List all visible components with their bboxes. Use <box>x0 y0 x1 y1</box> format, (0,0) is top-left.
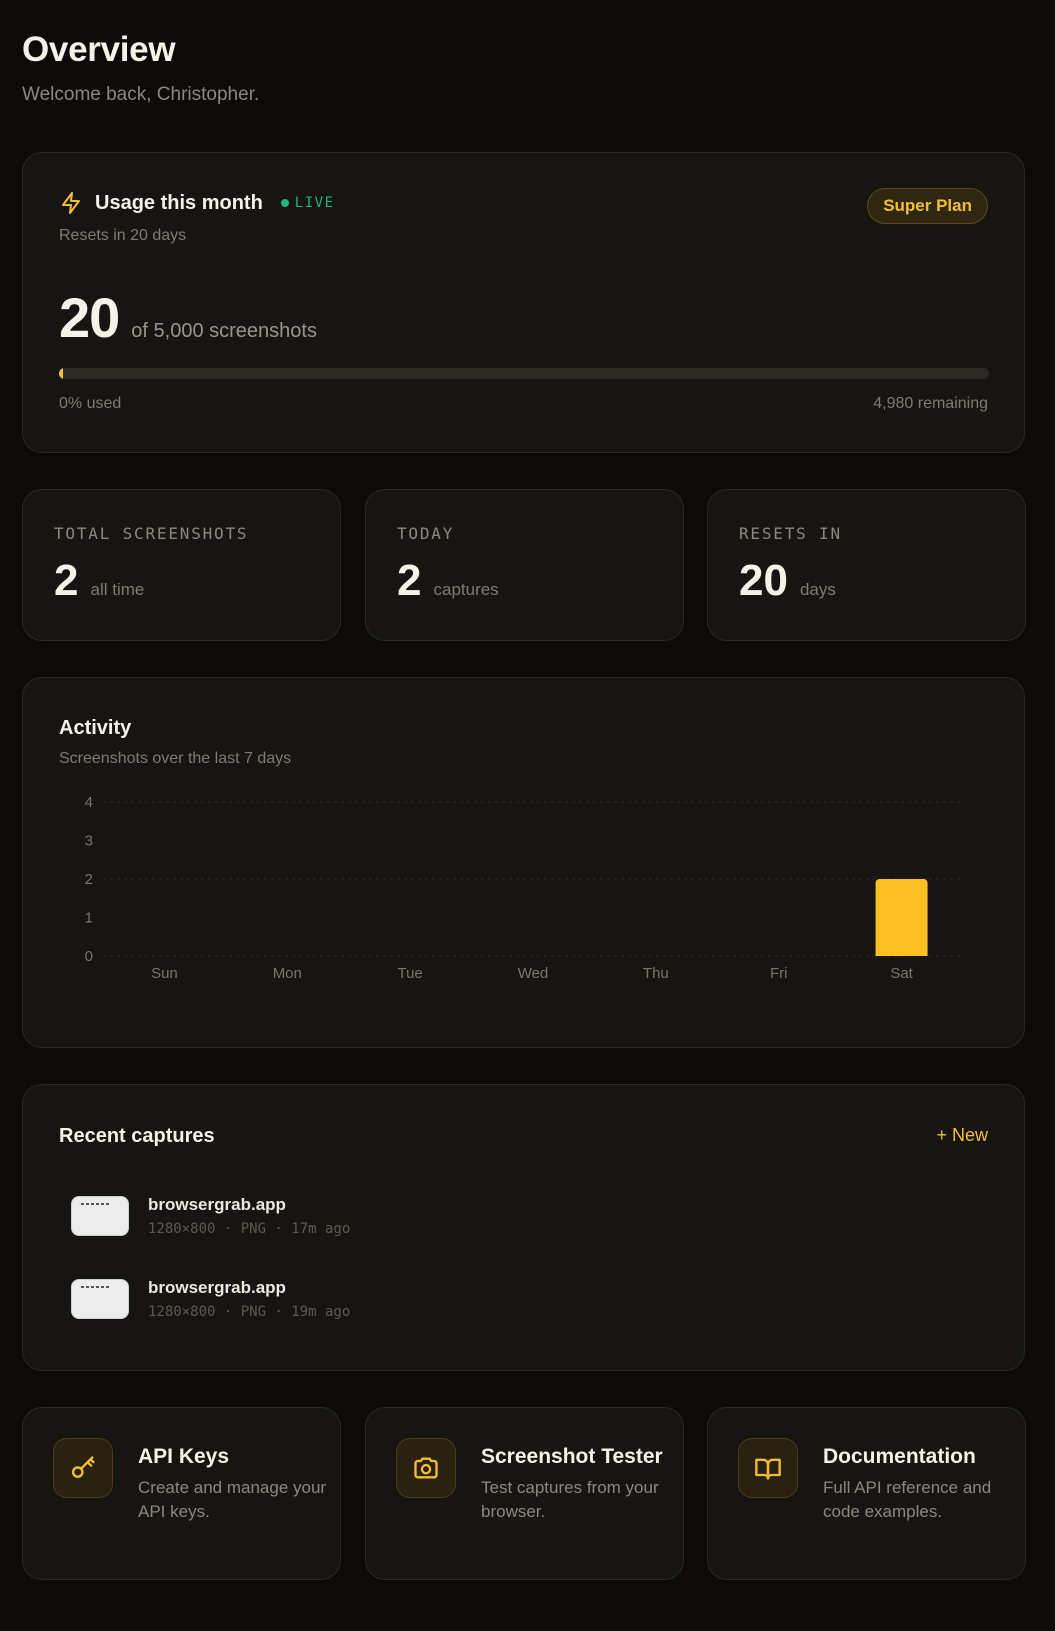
usage-card: Usage this month LIVE Resets in 20 days … <box>22 152 1025 453</box>
used-percent: 0% used <box>59 395 122 412</box>
capture-item[interactable]: browsergrab.app 1280×800 · PNG · 19m ago <box>71 1278 350 1320</box>
stat-value: 2 <box>54 556 79 605</box>
link-icon-box <box>738 1438 798 1498</box>
screenshot-tester-card[interactable]: Screenshot Tester Test captures from you… <box>365 1407 684 1580</box>
link-title: Screenshot Tester <box>481 1445 663 1468</box>
chart-x-tick: Sun <box>151 965 178 982</box>
stat-unit: days <box>799 580 836 599</box>
activity-chart: 0 1 2 3 4 Sun Mon Tue Wed Thu Fri Sat <box>85 794 963 982</box>
link-icon-box <box>396 1438 456 1498</box>
activity-card: Activity Screenshots over the last 7 day… <box>22 677 1025 1048</box>
link-description: Full API reference and code examples. <box>823 1478 992 1521</box>
link-title: Documentation <box>823 1445 976 1468</box>
remaining-count: 4,980 remaining <box>873 395 988 412</box>
usage-title: Usage this month <box>95 191 263 214</box>
stat-unit: all time <box>90 580 145 599</box>
page-title: Overview <box>22 30 176 69</box>
chart-y-tick: 3 <box>85 833 93 850</box>
chart-x-tick: Fri <box>770 965 788 982</box>
api-keys-card[interactable]: API Keys Create and manage your API keys… <box>22 1407 341 1580</box>
capture-thumbnail <box>71 1196 129 1236</box>
capture-meta: 1280×800 · PNG · 17m ago <box>148 1221 351 1237</box>
usage-number: 20 <box>59 286 120 349</box>
resets-text: Resets in 20 days <box>59 227 187 244</box>
capture-domain: browsergrab.app <box>148 1278 286 1297</box>
welcome-message: Welcome back, Christopher. <box>22 84 260 105</box>
book-icon <box>755 1458 781 1480</box>
chart-y-tick: 1 <box>85 910 93 927</box>
live-indicator: LIVE <box>280 195 335 211</box>
chart-x-tick: Mon <box>273 965 302 982</box>
usage-progress-bar <box>59 368 989 379</box>
link-description: Create and manage your API keys. <box>138 1478 327 1521</box>
chart-x-tick: Thu <box>643 965 669 982</box>
recent-captures-card: Recent captures + New browsergrab.app 12… <box>22 1084 1025 1371</box>
chart-y-tick: 2 <box>85 871 93 888</box>
stat-value-row: 20 days <box>739 556 836 606</box>
live-dot <box>280 199 289 207</box>
stat-label: TODAY <box>397 524 455 543</box>
page-header: Overview Welcome back, Christopher. <box>22 30 259 106</box>
capture-thumbnail <box>71 1279 129 1319</box>
usage-limit-text: of 5,000 screenshots <box>131 320 317 342</box>
stat-value-row: 2 all time <box>54 556 144 606</box>
chart-y-tick: 0 <box>85 948 93 965</box>
plan-badge[interactable]: Super Plan <box>867 188 988 224</box>
usage-header: Usage this month LIVE <box>59 191 335 215</box>
stat-card-resets: RESETS IN 20 days <box>707 489 1026 641</box>
stat-value: 20 <box>739 556 788 605</box>
lightning-icon <box>62 192 80 214</box>
stat-label: RESETS IN <box>739 524 842 543</box>
chart-x-tick: Tue <box>397 965 422 982</box>
link-icon-box <box>53 1438 113 1498</box>
stat-card-total: TOTAL SCREENSHOTS 2 all time <box>22 489 341 641</box>
documentation-card[interactable]: Documentation Full API reference and cod… <box>707 1407 1026 1580</box>
capture-domain: browsergrab.app <box>148 1195 286 1214</box>
live-label: LIVE <box>294 195 335 211</box>
usage-count: 20 of 5,000 screenshots <box>59 285 317 350</box>
chart-x-tick: Sat <box>890 965 913 982</box>
new-capture-link[interactable]: + New <box>936 1125 988 1146</box>
stat-card-today: TODAY 2 captures <box>365 489 684 641</box>
chart-y-tick: 4 <box>85 794 93 811</box>
chart-x-tick: Wed <box>518 965 549 982</box>
link-description: Test captures from your browser. <box>481 1478 659 1521</box>
link-title: API Keys <box>138 1445 230 1468</box>
key-icon <box>71 1456 95 1478</box>
usage-progress-fill <box>59 368 63 379</box>
capture-item[interactable]: browsergrab.app 1280×800 · PNG · 17m ago <box>71 1195 350 1237</box>
chart-bar <box>875 879 928 956</box>
stat-label: TOTAL SCREENSHOTS <box>54 524 249 543</box>
stat-value: 2 <box>397 556 422 605</box>
recent-captures-title: Recent captures <box>59 1125 215 1147</box>
capture-meta: 1280×800 · PNG · 19m ago <box>148 1304 351 1320</box>
stat-unit: captures <box>433 580 499 599</box>
camera-icon <box>414 1457 438 1479</box>
stat-value-row: 2 captures <box>397 556 499 606</box>
